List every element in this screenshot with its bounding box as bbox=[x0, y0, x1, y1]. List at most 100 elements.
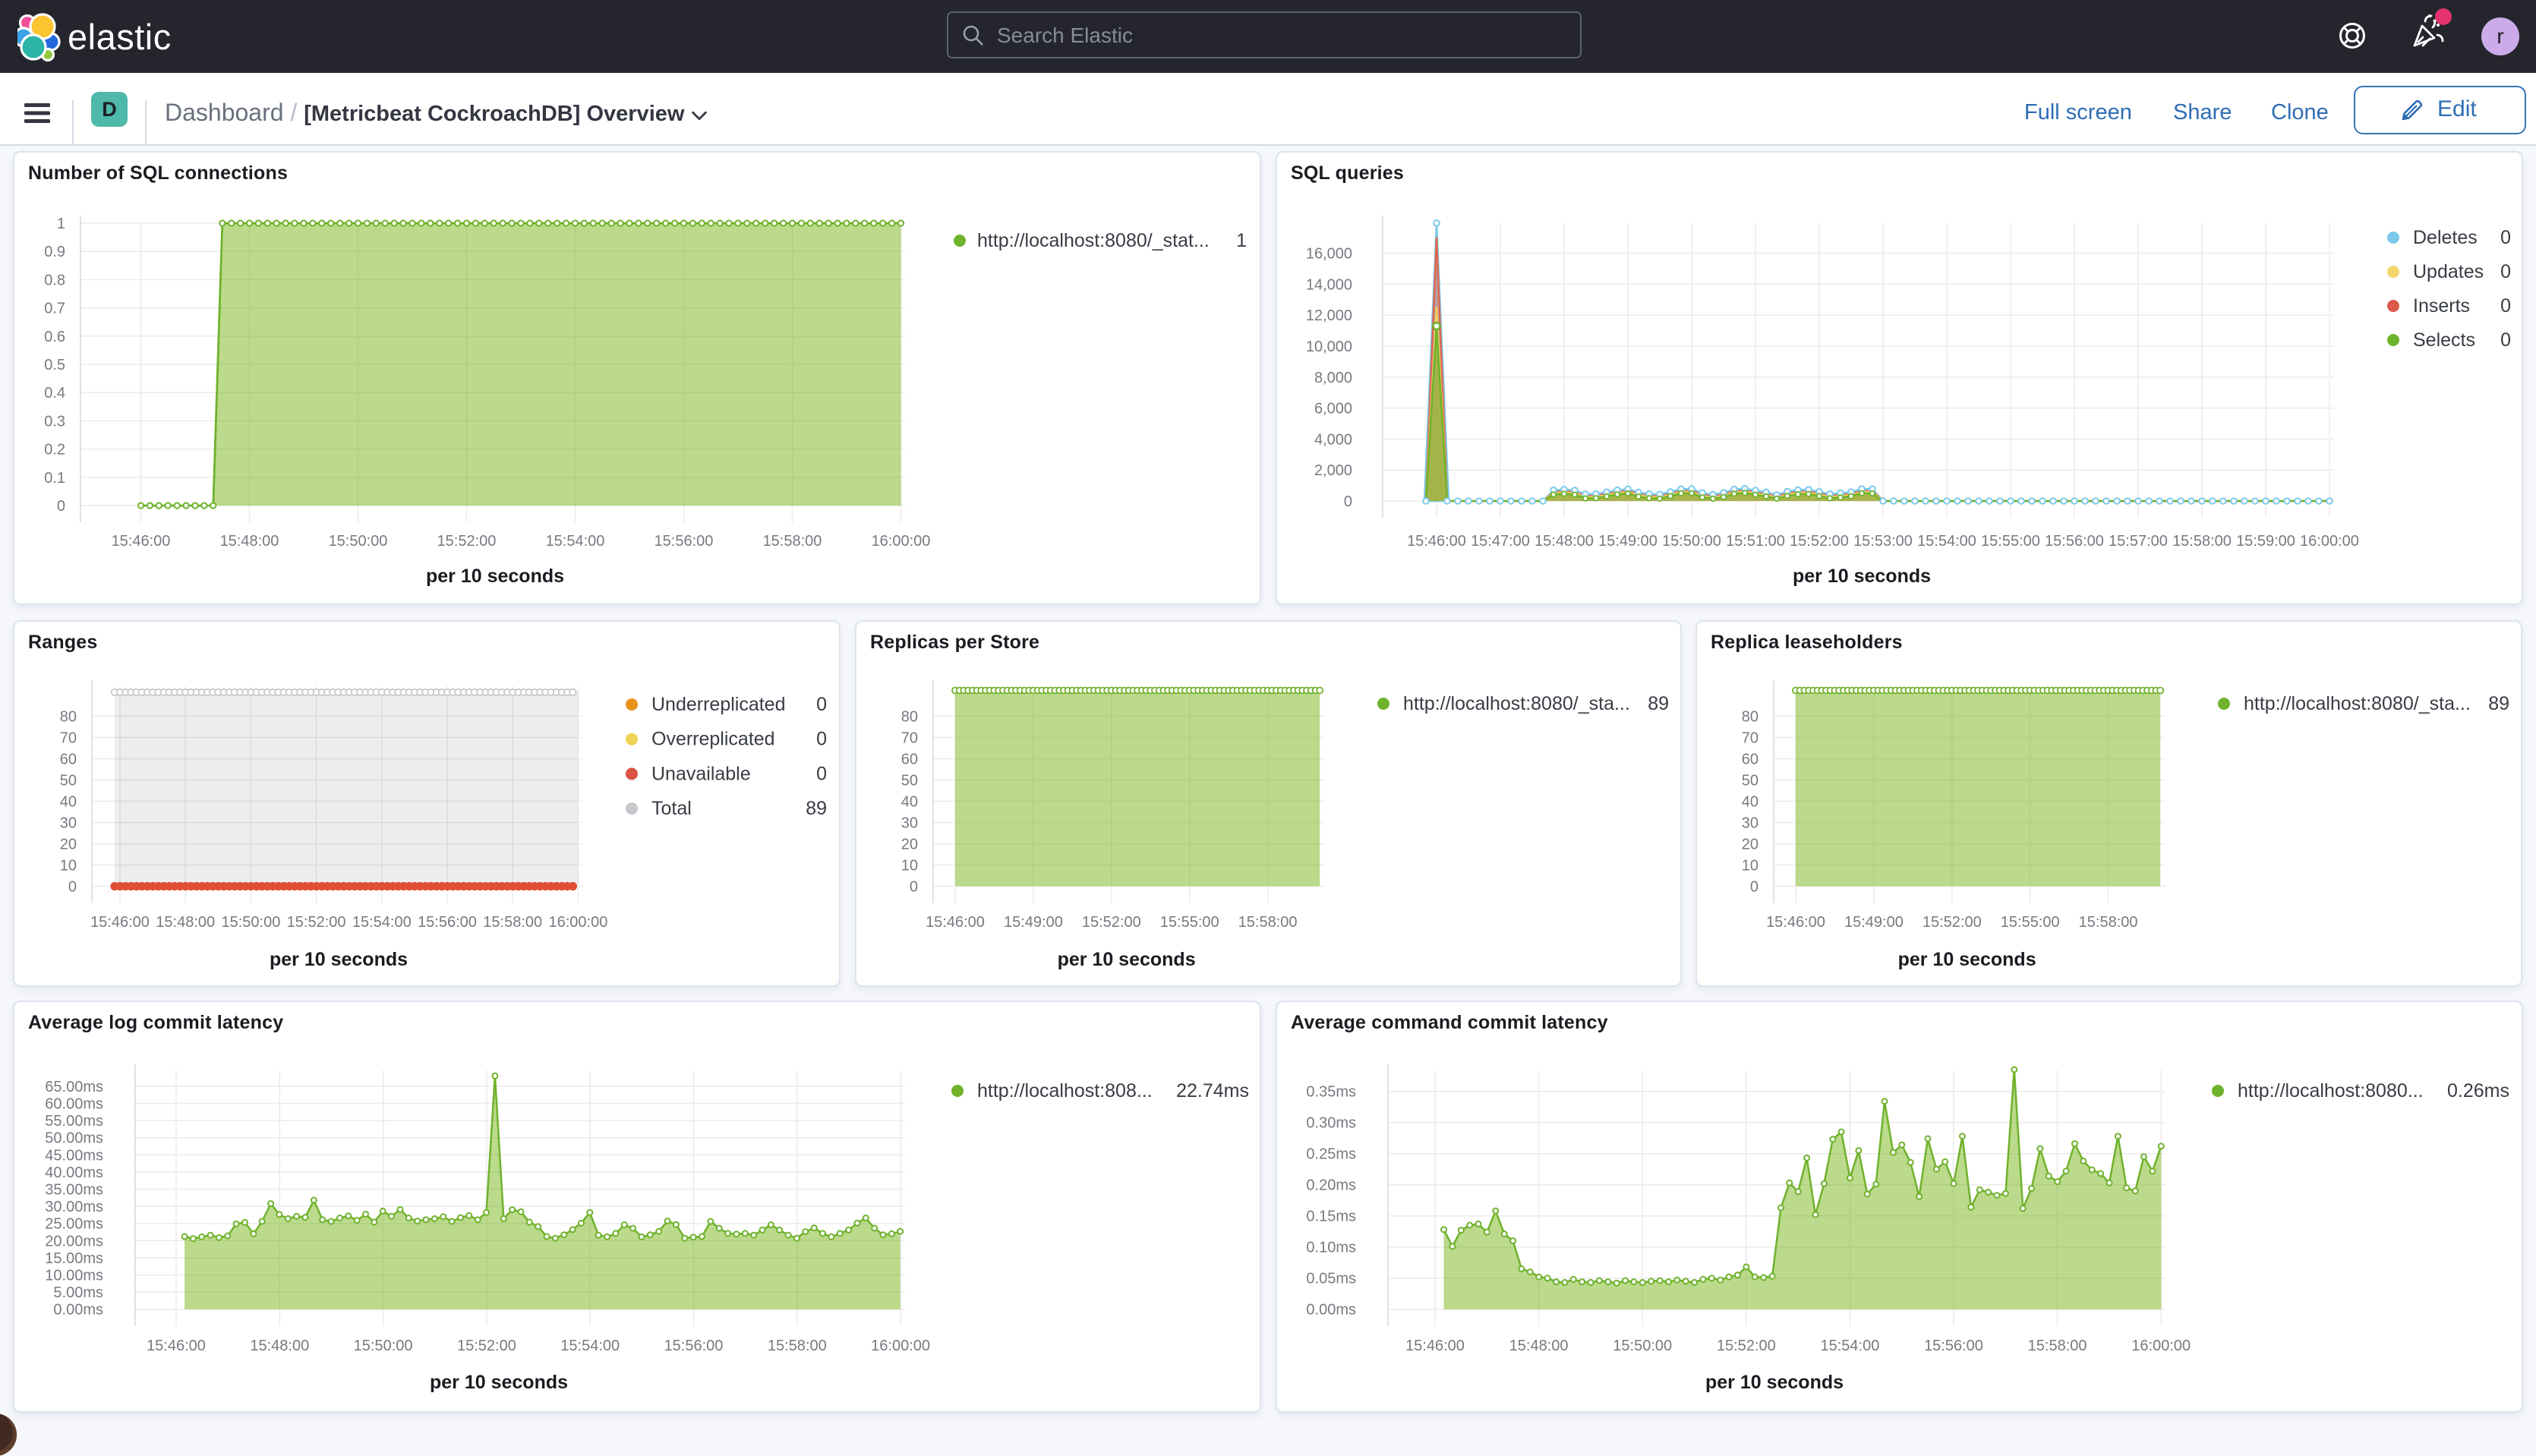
svg-text:15:58:00: 15:58:00 bbox=[768, 1338, 827, 1354]
svg-text:16:00:00: 16:00:00 bbox=[548, 914, 607, 931]
svg-text:15:49:00: 15:49:00 bbox=[1004, 914, 1063, 931]
svg-text:89: 89 bbox=[1648, 693, 1669, 714]
svg-text:50.00ms: 50.00ms bbox=[45, 1130, 103, 1147]
svg-text:0: 0 bbox=[68, 879, 77, 896]
svg-text:15:56:00: 15:56:00 bbox=[2045, 533, 2104, 550]
svg-text:14,000: 14,000 bbox=[1306, 276, 1352, 293]
svg-text:0: 0 bbox=[2500, 329, 2511, 351]
svg-text:per 10 seconds: per 10 seconds bbox=[426, 566, 564, 587]
svg-text:0: 0 bbox=[816, 729, 827, 750]
svg-text:15:49:00: 15:49:00 bbox=[1844, 914, 1904, 931]
svg-text:15:46:00: 15:46:00 bbox=[112, 533, 171, 550]
svg-text:15:55:00: 15:55:00 bbox=[1160, 914, 1219, 931]
svg-text:16:00:00: 16:00:00 bbox=[2300, 533, 2359, 550]
svg-text:15:58:00: 15:58:00 bbox=[483, 914, 542, 931]
svg-text:15:58:00: 15:58:00 bbox=[763, 533, 822, 550]
svg-text:0: 0 bbox=[1750, 879, 1758, 896]
svg-text:25.00ms: 25.00ms bbox=[45, 1216, 103, 1233]
svg-text:15:56:00: 15:56:00 bbox=[1924, 1338, 1983, 1354]
svg-text:15:54:00: 15:54:00 bbox=[1917, 533, 1976, 550]
svg-text:60: 60 bbox=[901, 752, 918, 768]
svg-text:per 10 seconds: per 10 seconds bbox=[1705, 1372, 1844, 1393]
svg-text:0.3: 0.3 bbox=[44, 413, 65, 430]
svg-text:15:52:00: 15:52:00 bbox=[1082, 914, 1141, 931]
svg-text:per 10 seconds: per 10 seconds bbox=[1898, 949, 2036, 970]
svg-text:per 10 seconds: per 10 seconds bbox=[1058, 949, 1196, 970]
svg-text:15:46:00: 15:46:00 bbox=[1405, 1338, 1465, 1354]
svg-text:Inserts: Inserts bbox=[2413, 295, 2470, 317]
svg-text:60: 60 bbox=[60, 752, 77, 768]
svg-text:15:53:00: 15:53:00 bbox=[1853, 533, 1913, 550]
svg-text:15.00ms: 15.00ms bbox=[45, 1250, 103, 1267]
svg-text:10,000: 10,000 bbox=[1306, 339, 1352, 355]
svg-text:15:50:00: 15:50:00 bbox=[1662, 533, 1721, 550]
svg-text:30: 30 bbox=[901, 815, 918, 832]
svg-text:15:50:00: 15:50:00 bbox=[329, 533, 388, 550]
svg-text:0: 0 bbox=[816, 694, 827, 715]
svg-text:0.2: 0.2 bbox=[44, 442, 65, 459]
svg-text:15:48:00: 15:48:00 bbox=[1509, 1338, 1569, 1354]
svg-text:15:52:00: 15:52:00 bbox=[1923, 914, 1982, 931]
svg-text:15:47:00: 15:47:00 bbox=[1471, 533, 1530, 550]
svg-text:10: 10 bbox=[901, 858, 918, 875]
svg-text:15:54:00: 15:54:00 bbox=[352, 914, 412, 931]
svg-text:15:58:00: 15:58:00 bbox=[2172, 533, 2232, 550]
svg-text:15:46:00: 15:46:00 bbox=[90, 914, 150, 931]
svg-text:40: 40 bbox=[60, 794, 77, 811]
svg-text:0: 0 bbox=[2500, 261, 2511, 282]
svg-text:15:55:00: 15:55:00 bbox=[1981, 533, 2040, 550]
svg-text:15:52:00: 15:52:00 bbox=[287, 914, 346, 931]
svg-text:30: 30 bbox=[1742, 815, 1758, 832]
svg-text:45.00ms: 45.00ms bbox=[45, 1147, 103, 1164]
svg-text:per 10 seconds: per 10 seconds bbox=[270, 949, 408, 970]
svg-text:50: 50 bbox=[901, 773, 918, 789]
svg-text:65.00ms: 65.00ms bbox=[45, 1079, 103, 1095]
svg-text:0: 0 bbox=[2500, 295, 2511, 317]
svg-text:Updates: Updates bbox=[2413, 261, 2484, 282]
svg-text:15:58:00: 15:58:00 bbox=[2028, 1338, 2087, 1354]
svg-text:2,000: 2,000 bbox=[1314, 462, 1352, 479]
svg-text:80: 80 bbox=[1742, 709, 1758, 726]
svg-text:80: 80 bbox=[901, 709, 918, 726]
svg-text:70: 70 bbox=[901, 730, 918, 747]
svg-text:1: 1 bbox=[1236, 230, 1247, 251]
svg-text:40: 40 bbox=[901, 794, 918, 811]
svg-text:15:54:00: 15:54:00 bbox=[560, 1338, 620, 1354]
svg-text:0: 0 bbox=[1344, 493, 1352, 510]
svg-text:15:55:00: 15:55:00 bbox=[2001, 914, 2060, 931]
svg-text:20: 20 bbox=[901, 837, 918, 853]
svg-text:15:57:00: 15:57:00 bbox=[2109, 533, 2168, 550]
svg-text:12,000: 12,000 bbox=[1306, 307, 1352, 324]
svg-text:0.30ms: 0.30ms bbox=[1306, 1115, 1356, 1132]
svg-text:0: 0 bbox=[910, 879, 918, 896]
svg-text:0.05ms: 0.05ms bbox=[1306, 1271, 1356, 1287]
svg-text:80: 80 bbox=[60, 709, 77, 726]
svg-text:8,000: 8,000 bbox=[1314, 370, 1352, 386]
svg-text:0.00ms: 0.00ms bbox=[1306, 1302, 1356, 1319]
svg-text:15:56:00: 15:56:00 bbox=[418, 914, 477, 931]
svg-text:20: 20 bbox=[60, 837, 77, 853]
svg-text:Total: Total bbox=[651, 798, 692, 819]
svg-text:40.00ms: 40.00ms bbox=[45, 1164, 103, 1181]
svg-text:70: 70 bbox=[1742, 730, 1758, 747]
svg-text:0.26ms: 0.26ms bbox=[2447, 1080, 2509, 1101]
svg-text:15:48:00: 15:48:00 bbox=[250, 1338, 309, 1354]
svg-text:Deletes: Deletes bbox=[2413, 227, 2478, 248]
svg-text:15:52:00: 15:52:00 bbox=[1717, 1338, 1776, 1354]
svg-text:5.00ms: 5.00ms bbox=[53, 1284, 103, 1301]
svg-text:1: 1 bbox=[57, 216, 65, 232]
svg-text:16:00:00: 16:00:00 bbox=[2131, 1338, 2191, 1354]
svg-text:per 10 seconds: per 10 seconds bbox=[1793, 566, 1931, 587]
svg-text:60.00ms: 60.00ms bbox=[45, 1096, 103, 1113]
svg-text:0.25ms: 0.25ms bbox=[1306, 1146, 1356, 1163]
svg-text:http://localhost:8080/_sta...: http://localhost:8080/_sta... bbox=[2244, 693, 2471, 714]
svg-text:55.00ms: 55.00ms bbox=[45, 1113, 103, 1130]
svg-text:Unavailable: Unavailable bbox=[651, 763, 751, 784]
svg-text:Overreplicated: Overreplicated bbox=[651, 729, 775, 750]
svg-text:10: 10 bbox=[1742, 858, 1758, 875]
svg-text:15:56:00: 15:56:00 bbox=[655, 533, 714, 550]
svg-text:15:50:00: 15:50:00 bbox=[1613, 1338, 1672, 1354]
svg-text:40: 40 bbox=[1742, 794, 1758, 811]
svg-text:15:50:00: 15:50:00 bbox=[354, 1338, 413, 1354]
svg-text:per 10 seconds: per 10 seconds bbox=[430, 1372, 568, 1393]
